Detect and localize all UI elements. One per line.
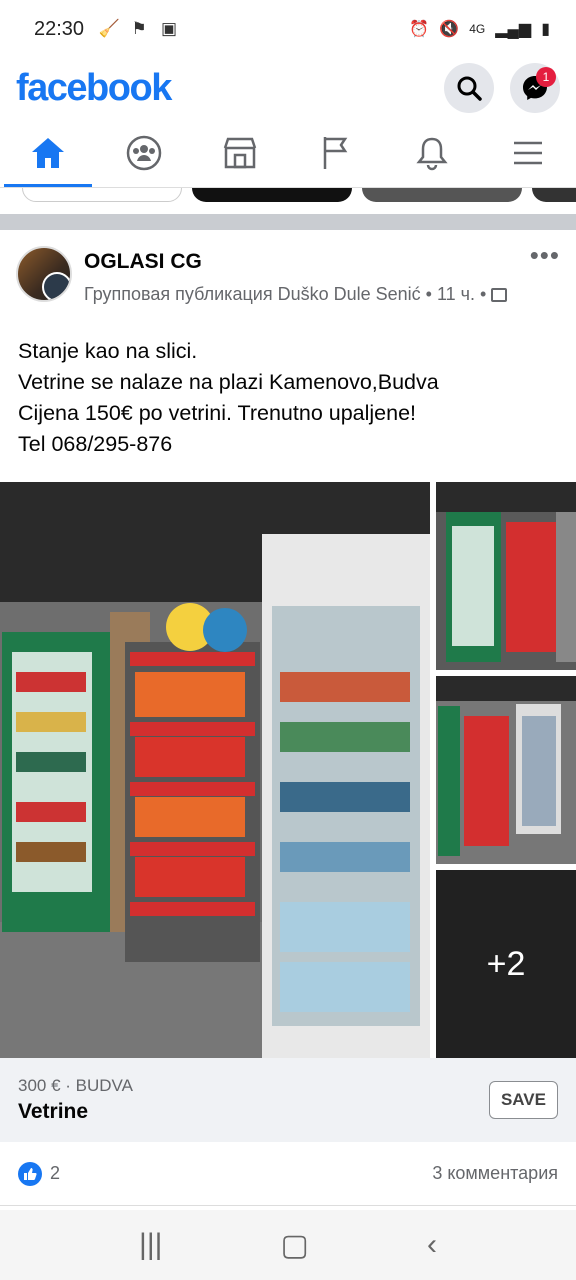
group-name[interactable]: OGLASI CG (84, 250, 530, 274)
tray-icon: ⚑ (131, 19, 147, 38)
marketplace-icon (223, 137, 257, 168)
pages-flag-icon (323, 136, 348, 169)
photo-thumb[interactable] (436, 482, 576, 670)
story-card[interactable] (192, 188, 352, 202)
fridge-photo-illustration (0, 482, 430, 1058)
messenger-badge: 1 (536, 67, 556, 87)
home-button-icon[interactable]: ▢ (281, 1228, 309, 1263)
alarm-icon: ⏰ (409, 21, 430, 38)
like-reaction-icon[interactable] (18, 1161, 42, 1186)
photo-privacy-icon (491, 288, 508, 303)
post-text: Stanje kao na slici. Vetrine se nalaze n… (0, 334, 576, 474)
battery-icon: ▮ (541, 21, 550, 38)
more-options-icon[interactable]: ••• (530, 242, 560, 334)
post-author-time[interactable]: Групповая публикация Duško Dule Senić • … (84, 284, 486, 304)
search-icon (457, 76, 482, 101)
notifications-bell-icon (416, 137, 448, 170)
photo-gallery: +2 (0, 482, 576, 1058)
listing-info: 300 € · BUDVA Vetrine (18, 1076, 133, 1124)
post-meta: OGLASI CG Групповая публикация Duško Dul… (84, 246, 530, 334)
listing-title: Vetrine (18, 1100, 89, 1123)
more-photos-count: +2 (436, 870, 576, 1058)
marketplace-listing[interactable]: 300 € · BUDVA Vetrine SAVE (0, 1058, 576, 1142)
search-button[interactable] (444, 63, 494, 113)
mute-icon: 🔇 (439, 21, 460, 38)
thumb-illustration (436, 482, 576, 662)
story-card[interactable] (532, 188, 576, 202)
post-text-line: Stanje kao na slici. (18, 339, 198, 363)
broom-icon: 🧹 (98, 19, 120, 38)
story-card[interactable] (362, 188, 522, 202)
network-type: 4G (469, 22, 486, 36)
group-avatar[interactable] (16, 246, 72, 302)
post-text-line: Tel 068/295-876 (18, 432, 173, 456)
photo-thumb-more[interactable]: +2 (436, 870, 576, 1058)
tab-marketplace[interactable] (192, 118, 288, 187)
recent-apps-icon[interactable]: ||| (139, 1228, 162, 1262)
reactions-bar: 2 3 комментария (0, 1142, 576, 1206)
tab-menu[interactable] (480, 118, 576, 187)
signal-icon: ▂▄▆ (495, 21, 532, 38)
groups-icon (126, 135, 162, 170)
app-header: facebook 1 (0, 58, 576, 118)
post-text-line: Vetrine se nalaze na plazi Kamenovo,Budv… (18, 370, 439, 394)
tab-notifications[interactable] (384, 118, 480, 187)
status-time: 22:30 (34, 17, 85, 40)
stories-strip[interactable] (0, 188, 576, 206)
post-text-line: Cijena 150€ po vetrini. Trenutno upaljen… (18, 401, 417, 425)
status-bar: 22:30 🧹 ⚑ ▣ ⏰ 🔇 4G ▂▄▆ ▮ (0, 0, 576, 58)
tab-pages[interactable] (288, 118, 384, 187)
screenshot-icon: ▣ (161, 19, 178, 38)
feed-separator (0, 214, 576, 230)
android-nav-bar: ||| ▢ ‹ (0, 1210, 576, 1280)
tab-home[interactable] (0, 118, 96, 187)
menu-icon (514, 141, 542, 164)
post-subline: Групповая публикация Duško Dule Senić • … (84, 282, 530, 306)
save-button[interactable]: SAVE (488, 1081, 558, 1119)
photo-thumb[interactable] (436, 676, 576, 864)
author-avatar[interactable] (42, 272, 70, 300)
facebook-logo[interactable]: facebook (16, 67, 172, 110)
tab-groups[interactable] (96, 118, 192, 187)
thumb-illustration (436, 676, 576, 856)
side-photos: +2 (436, 482, 576, 1058)
post-header: OGLASI CG Групповая публикация Duško Dul… (0, 230, 576, 334)
comments-count[interactable]: 3 комментария (432, 1163, 558, 1184)
messenger-button[interactable]: 1 (510, 63, 560, 113)
reaction-count[interactable]: 2 (50, 1163, 60, 1184)
back-icon[interactable]: ‹ (427, 1228, 437, 1262)
story-card[interactable] (22, 188, 182, 202)
feed-post: OGLASI CG Групповая публикация Duško Dul… (0, 230, 576, 1206)
listing-price: 300 € · BUDVA (18, 1076, 133, 1095)
home-icon (32, 137, 64, 168)
main-photo[interactable] (0, 482, 430, 1058)
main-tabs (0, 118, 576, 188)
